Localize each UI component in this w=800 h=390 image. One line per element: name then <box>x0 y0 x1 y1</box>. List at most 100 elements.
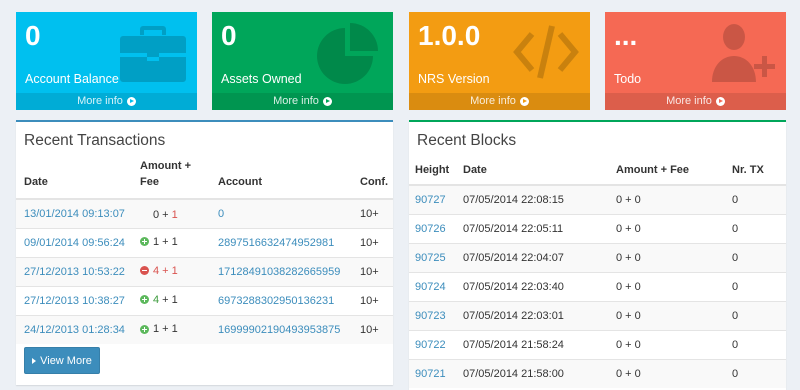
briefcase-icon <box>119 20 187 84</box>
transaction-date-link[interactable]: 24/12/2013 01:28:34 <box>24 324 125 336</box>
block-nr-tx: 0 <box>726 358 786 388</box>
block-nr-tx: 0 <box>726 242 786 272</box>
transaction-conf: 10+ <box>352 314 393 344</box>
todo-label: Todo <box>614 72 642 86</box>
block-height-link[interactable]: 90721 <box>415 368 446 380</box>
transaction-account-link[interactable]: 17128491038282665959 <box>218 266 340 278</box>
table-row: 90724 07/05/2014 22:03:40 0 + 0 0 <box>409 271 786 301</box>
caret-right-icon <box>32 357 37 364</box>
col-height-header: Height <box>415 164 450 176</box>
transaction-amount: 1 + 1 <box>140 236 178 248</box>
block-date: 07/05/2014 22:03:40 <box>457 271 610 301</box>
block-amount: 0 + 0 <box>610 300 726 330</box>
add-user-icon <box>708 20 776 84</box>
more-info-label: More info <box>666 95 712 107</box>
recent-blocks-box: Recent Blocks Height Date Amount + Fee N… <box>409 120 786 390</box>
col-block-amount-header: Amount + Fee <box>616 164 690 176</box>
block-height-link[interactable]: 90724 <box>415 281 446 293</box>
table-row: 90726 07/05/2014 22:05:11 0 + 0 0 <box>409 213 786 243</box>
block-nr-tx: 0 <box>726 213 786 243</box>
block-nr-tx: 0 <box>726 271 786 301</box>
transaction-account-link[interactable]: 0 <box>218 208 224 220</box>
minus-circle-icon <box>140 266 149 276</box>
block-date: 07/05/2014 22:04:07 <box>457 242 610 272</box>
block-date: 07/05/2014 22:03:01 <box>457 300 610 330</box>
block-height-link[interactable]: 90725 <box>415 252 446 264</box>
assets-owned-value: 0 <box>221 20 237 51</box>
col-account-header: Account <box>218 176 262 188</box>
transaction-conf: 10+ <box>352 285 393 315</box>
account-balance-more-info-link[interactable]: More info <box>16 93 197 110</box>
transaction-date-link[interactable]: 13/01/2014 09:13:07 <box>24 208 125 220</box>
block-amount: 0 + 0 <box>610 329 726 359</box>
table-row: 90727 07/05/2014 22:08:15 0 + 0 0 <box>409 184 786 214</box>
transaction-date-link[interactable]: 27/12/2013 10:53:22 <box>24 266 125 278</box>
block-height-link[interactable]: 90722 <box>415 339 446 351</box>
recent-transactions-title: Recent Transactions <box>24 132 166 149</box>
transaction-amount: 1 + 1 <box>140 323 178 335</box>
more-info-label: More info <box>470 95 516 107</box>
pie-chart-icon <box>315 20 383 84</box>
transaction-amount: 4 + 1 <box>140 294 178 306</box>
nrs-version-value: 1.0.0 <box>418 20 481 51</box>
col-conf-header: Conf. <box>360 176 389 188</box>
assets-owned-more-info-link[interactable]: More info <box>212 93 393 110</box>
block-nr-tx: 0 <box>726 329 786 359</box>
recent-transactions-box: Recent Transactions Date Amount + Fee Acc… <box>16 120 393 385</box>
view-more-button[interactable]: View More <box>24 347 100 374</box>
transaction-date-link[interactable]: 09/01/2014 09:56:24 <box>24 237 125 249</box>
col-amount-fee-header: Amount + Fee <box>140 160 192 188</box>
table-row: 09/01/2014 09:56:24 1 + 1 28975166324749… <box>16 227 393 257</box>
table-row: 27/12/2013 10:38:27 4 + 1 69732883029501… <box>16 285 393 315</box>
transaction-date-link[interactable]: 27/12/2013 10:38:27 <box>24 295 125 307</box>
transaction-account-link[interactable]: 6973288302950136231 <box>218 295 334 307</box>
table-row: 90725 07/05/2014 22:04:07 0 + 0 0 <box>409 242 786 272</box>
view-more-label: View More <box>40 354 92 367</box>
transaction-amount: 0 + 1 <box>153 209 178 222</box>
transaction-account-link[interactable]: 16999902190493953875 <box>218 324 340 336</box>
block-date: 07/05/2014 22:08:15 <box>457 184 610 214</box>
table-row: 90722 07/05/2014 21:58:24 0 + 0 0 <box>409 329 786 359</box>
assets-owned-label: Assets Owned <box>221 72 302 86</box>
col-date-header: Date <box>24 176 48 188</box>
transaction-account-link[interactable]: 2897516632474952981 <box>218 237 334 249</box>
block-amount: 0 + 0 <box>610 271 726 301</box>
arrow-circle-right-icon <box>519 97 529 106</box>
block-nr-tx: 0 <box>726 184 786 214</box>
arrow-circle-right-icon <box>322 97 332 106</box>
more-info-label: More info <box>77 95 123 107</box>
transaction-amount: 4 + 1 <box>140 265 178 277</box>
more-info-label: More info <box>273 95 319 107</box>
col-block-date-header: Date <box>463 164 487 176</box>
block-nr-tx: 0 <box>726 300 786 330</box>
plus-circle-icon <box>140 324 149 334</box>
nrs-version-more-info-link[interactable]: More info <box>409 93 590 110</box>
table-row: 90723 07/05/2014 22:03:01 0 + 0 0 <box>409 300 786 330</box>
table-row: 27/12/2013 10:53:22 4 + 1 17128491038282… <box>16 256 393 286</box>
todo-more-info-link[interactable]: More info <box>605 93 786 110</box>
transactions-table: Date Amount + Fee Account Conf. 13/01/201… <box>16 158 393 344</box>
todo-tile: ... Todo More info <box>605 12 786 110</box>
table-row: 13/01/2014 09:13:07 0 + 1 0 10+ <box>16 198 393 228</box>
code-icon <box>512 20 580 84</box>
account-balance-label: Account Balance <box>25 72 119 86</box>
block-amount: 0 + 0 <box>610 358 726 388</box>
blocks-table: Height Date Amount + Fee Nr. TX 90727 07… <box>409 158 786 388</box>
arrow-circle-right-icon <box>715 97 725 106</box>
arrow-circle-right-icon <box>126 97 136 106</box>
block-date: 07/05/2014 21:58:24 <box>457 329 610 359</box>
block-height-link[interactable]: 90727 <box>415 194 446 206</box>
block-height-link[interactable]: 90723 <box>415 310 446 322</box>
block-amount: 0 + 0 <box>610 242 726 272</box>
account-balance-value: 0 <box>25 20 41 51</box>
block-height-link[interactable]: 90726 <box>415 223 446 235</box>
recent-blocks-title: Recent Blocks <box>417 132 517 149</box>
transaction-conf: 10+ <box>352 198 393 228</box>
nrs-version-tile: 1.0.0 NRS Version More info <box>409 12 590 110</box>
table-row: 90721 07/05/2014 21:58:00 0 + 0 0 <box>409 358 786 388</box>
col-nr-tx-header: Nr. TX <box>732 164 764 176</box>
block-amount: 0 + 0 <box>610 213 726 243</box>
assets-owned-tile: 0 Assets Owned More info <box>212 12 393 110</box>
account-balance-tile: 0 Account Balance More info <box>16 12 197 110</box>
block-date: 07/05/2014 22:05:11 <box>457 213 610 243</box>
